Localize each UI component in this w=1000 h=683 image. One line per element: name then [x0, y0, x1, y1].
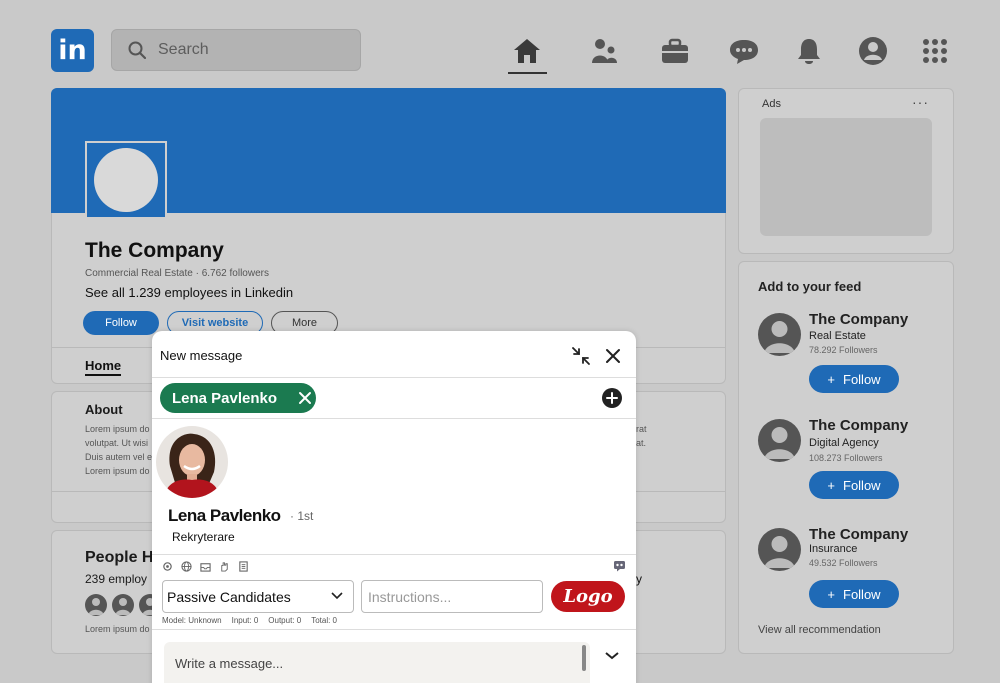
avatar — [85, 594, 107, 616]
bell-icon[interactable] — [792, 34, 826, 68]
briefcase-icon[interactable] — [658, 34, 692, 68]
profile-role: Rekryterare — [172, 530, 235, 544]
instructions-input[interactable]: Instructions... — [361, 580, 543, 613]
feed-company-followers: 108.273 Followers — [809, 453, 883, 463]
inbox-icon[interactable] — [200, 561, 211, 572]
chat-icon[interactable] — [727, 34, 761, 68]
view-all-recommendations-link[interactable]: View all recommendation — [758, 624, 881, 636]
minimize-icon[interactable] — [570, 345, 592, 367]
grid-icon[interactable] — [918, 34, 952, 68]
audience-select-value: Passive Candidates — [167, 588, 291, 605]
search-icon — [128, 41, 146, 59]
plus-icon: + — [827, 371, 835, 387]
feed-company-name[interactable]: The Company — [809, 526, 908, 543]
recipient-chip-label: Lena Pavlenko — [172, 389, 278, 407]
toolbar — [162, 561, 249, 572]
avatar — [112, 594, 134, 616]
feed-company-followers: 78.292 Followers — [809, 345, 878, 355]
about-title: About — [85, 402, 123, 417]
feed-company-category: Insurance — [809, 543, 858, 555]
company-avatar — [85, 141, 167, 219]
chevron-down-icon — [331, 592, 343, 600]
feed-company-category: Real Estate — [809, 330, 866, 342]
search-placeholder: Search — [158, 41, 209, 58]
profile-icon[interactable] — [856, 34, 890, 68]
feed-follow-button[interactable]: + Follow — [809, 580, 899, 608]
more-options-icon[interactable]: ··· — [912, 94, 929, 110]
people-icon[interactable] — [587, 34, 621, 68]
home-active-indicator — [508, 72, 547, 74]
company-name: The Company — [85, 239, 224, 262]
divider — [152, 418, 636, 419]
new-message-dialog: New message Lena Pavlenko Lena Pavlenko … — [152, 331, 636, 683]
audience-select[interactable]: Passive Candidates — [162, 580, 354, 613]
feed-follow-button[interactable]: + Follow — [809, 365, 899, 393]
plus-icon: + — [827, 477, 835, 493]
feed-company-category: Digital Agency — [809, 437, 879, 449]
divider — [152, 629, 636, 630]
globe-icon[interactable] — [181, 561, 192, 572]
scrollbar[interactable] — [582, 645, 586, 671]
people-subtitle: 239 employ — [85, 572, 148, 586]
feed-follow-button[interactable]: + Follow — [809, 471, 899, 499]
profile-photo[interactable] — [156, 426, 228, 498]
add-recipient-icon[interactable] — [601, 387, 623, 409]
recipient-chip[interactable]: Lena Pavlenko — [160, 383, 316, 413]
avatar[interactable] — [758, 528, 801, 571]
usage-stats: Model: Unknown Input: 0 Output: 0 Total:… — [162, 616, 337, 625]
search-input[interactable]: Search — [111, 29, 361, 71]
feed-title: Add to your feed — [758, 279, 862, 294]
people-fragment: y — [636, 572, 642, 586]
feed-company-name[interactable]: The Company — [809, 417, 908, 434]
logo-text: in — [58, 35, 87, 66]
chevron-down-icon[interactable] — [604, 651, 620, 661]
divider — [152, 554, 636, 555]
message-input[interactable]: Write a message... — [164, 642, 590, 683]
avatar[interactable] — [758, 313, 801, 356]
settings-icon[interactable] — [162, 561, 173, 572]
ad-placeholder[interactable] — [760, 118, 932, 236]
feed-company-name[interactable]: The Company — [809, 311, 908, 328]
about-text-right: rat at. — [636, 424, 647, 448]
people-title: People Hi — [85, 549, 158, 566]
hand-icon[interactable] — [219, 561, 230, 572]
company-subtitle: Commercial Real Estate · 6.762 followers — [85, 268, 269, 279]
logo-button[interactable]: Logo — [551, 581, 625, 612]
remove-recipient-icon[interactable] — [297, 390, 313, 406]
document-icon[interactable] — [238, 561, 249, 572]
home-icon[interactable] — [510, 34, 544, 68]
profile-name[interactable]: Lena Pavlenko — [168, 506, 281, 526]
connection-degree: · 1st — [290, 509, 314, 523]
follow-button[interactable]: Follow — [83, 311, 159, 335]
avatar[interactable] — [758, 419, 801, 462]
assistant-icon[interactable] — [613, 559, 626, 572]
employees-link[interactable]: See all 1.239 employees in Linkedin — [85, 285, 293, 300]
message-placeholder: Write a message... — [175, 656, 284, 671]
ads-label: Ads — [762, 98, 781, 110]
feed-company-followers: 49.532 Followers — [809, 558, 878, 568]
about-text-left: Lorem ipsum do volutpat. Ut wisi Duis au… — [85, 424, 153, 476]
linkedin-logo[interactable]: in — [51, 29, 94, 72]
divider — [152, 377, 636, 378]
plus-icon: + — [827, 586, 835, 602]
close-icon[interactable] — [602, 345, 624, 367]
dialog-title: New message — [160, 348, 243, 363]
instructions-placeholder: Instructions... — [368, 588, 452, 605]
tab-home[interactable]: Home — [85, 358, 122, 376]
people-footer: Lorem ipsum do — [85, 624, 150, 634]
